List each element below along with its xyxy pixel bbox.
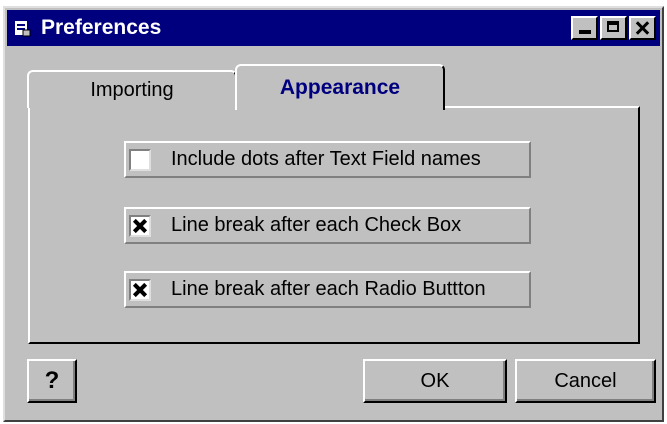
maximize-button[interactable] [600,16,627,40]
ok-button-label: OK [420,369,450,392]
cancel-button-label: Cancel [554,369,617,392]
line-break-radio-button-label[interactable]: Line break after each Radio Buttton [171,278,486,301]
close-button[interactable] [629,16,656,40]
help-button[interactable]: ? [27,359,77,403]
window-title: Preferences [41,16,162,39]
include-dots-label[interactable]: Include dots after Text Field names [171,148,481,171]
ok-button[interactable]: OK [363,359,507,403]
option-include-dots[interactable]: Include dots after Text Field names [124,141,531,178]
line-break-radio-button-checkbox[interactable] [129,278,151,301]
include-dots-checkbox[interactable] [129,148,151,171]
tab-importing[interactable]: Importing [27,70,237,108]
tab-appearance[interactable]: Appearance [235,64,445,110]
minimize-button[interactable] [571,16,598,40]
tab-importing-label: Importing [90,78,174,101]
tab-appearance-label: Appearance [279,76,401,99]
option-line-break-radio-button[interactable]: Line break after each Radio Buttton [124,271,531,308]
option-line-break-check-box[interactable]: Line break after each Check Box [124,207,531,244]
title-bar[interactable]: Preferences [7,10,660,46]
line-break-check-box-label[interactable]: Line break after each Check Box [171,214,461,237]
line-break-check-box-checkbox[interactable] [129,214,151,237]
window-controls [569,16,656,40]
window-app-icon[interactable] [13,18,33,38]
help-question-icon: ? [44,367,60,394]
cancel-button[interactable]: Cancel [515,359,656,403]
